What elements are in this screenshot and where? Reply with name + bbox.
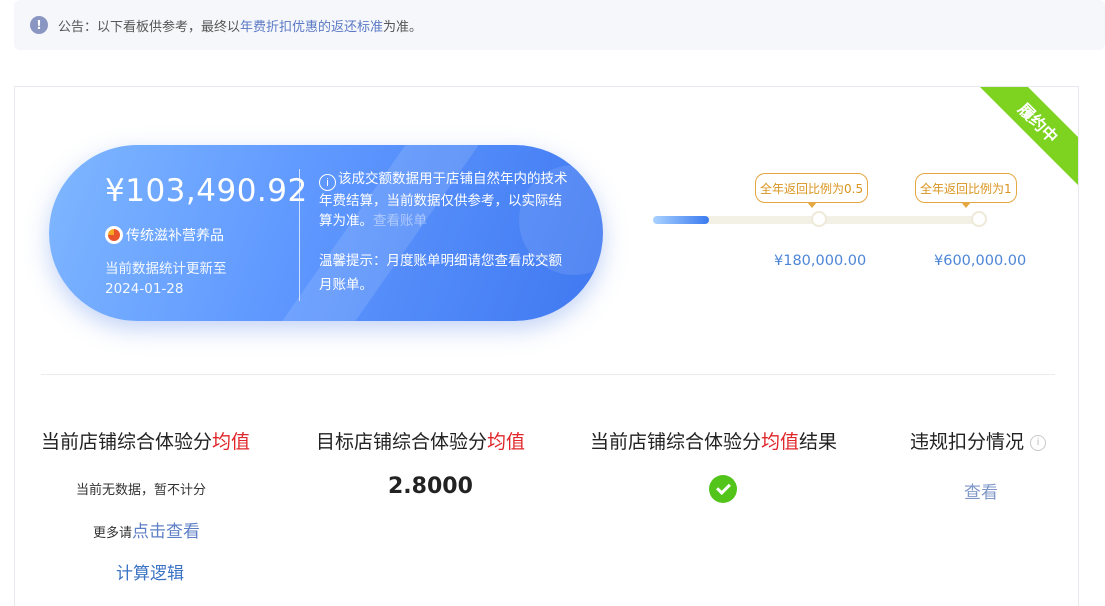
click-to-view-link[interactable]: 点击查看 (132, 522, 200, 542)
current-avg-title-text: 当前店铺综合体验分 (41, 431, 213, 453)
current-avg-title-highlight: 均值 (212, 431, 251, 453)
progress-node-2 (971, 211, 987, 227)
description-text: 该成交额数据用于店铺自然年内的技术年费结算，当前数据仅供参考，以实际结算为准。 (319, 171, 568, 229)
current-avg-title: 当前店铺综合体验分均值 (41, 427, 250, 454)
check-circle-icon (709, 475, 737, 503)
result-title: 当前店铺综合体验分均值结果 (590, 427, 837, 454)
rebate-progress-bar (653, 211, 987, 227)
notice-suffix: 为准。 (383, 19, 423, 35)
section-divider (41, 374, 1055, 375)
violation-title-text: 违规扣分情况 (910, 431, 1025, 453)
tier-badge-2: 全年返回比例为1 (915, 173, 1017, 208)
result-title-text: 当前店铺综合体验分 (590, 431, 762, 453)
capsule-divider (299, 169, 300, 301)
calculation-logic-link[interactable]: 计算逻辑 (116, 559, 184, 584)
shop-name-row: 传统滋补营养品 (105, 225, 224, 245)
tier-amount-2: ¥600,000.00 (934, 253, 1027, 269)
amount-description: i 该成交额数据用于店铺自然年内的技术年费结算，当前数据仅供参考，以实际结算为准。… (319, 169, 569, 231)
exclamation-icon: ! (30, 16, 48, 34)
violation-view-link[interactable]: 查看 (964, 478, 998, 503)
target-avg-title-text: 目标店铺综合体验分 (316, 431, 488, 453)
target-avg-title-highlight: 均值 (487, 431, 526, 453)
target-avg-value: 2.8000 (388, 474, 473, 499)
info-icon: i (319, 174, 336, 191)
violation-title: 违规扣分情况 i (910, 427, 1047, 454)
update-label: 当前数据统计更新至 (105, 261, 227, 277)
current-avg-no-data: 当前无数据，暂不计分 (76, 483, 207, 498)
info-icon[interactable]: i (1030, 435, 1047, 451)
shop-name: 传统滋补营养品 (126, 228, 224, 244)
notice-prefix: 公告：以下看板供参考，最终以 (58, 19, 241, 35)
tier-badge-1: 全年返回比例为0.5 (755, 173, 869, 208)
more-prefix: 更多请 (93, 526, 133, 541)
contract-card: 履约中 ¥103,490.92 传统滋补营养品 当前数据统计更新至 2024-0… (14, 86, 1079, 606)
progress-fill (653, 216, 709, 224)
current-avg-more: 更多请点击查看 (93, 517, 200, 542)
tier-amount-1: ¥180,000.00 (774, 253, 867, 269)
update-date: 2024-01-28 (105, 281, 184, 297)
notice-bar: ! 公告：以下看板供参考，最终以 年费折扣优惠的返还标准 为准。 (14, 0, 1105, 50)
progress-node-1 (811, 211, 827, 227)
summary-capsule: ¥103,490.92 传统滋补营养品 当前数据统计更新至 2024-01-28… (49, 145, 603, 321)
notice-link[interactable]: 年费折扣优惠的返还标准 (240, 16, 383, 35)
transaction-amount: ¥103,490.92 (105, 173, 308, 209)
result-title-suffix: 结果 (799, 431, 838, 453)
target-avg-title: 目标店铺综合体验分均值 (316, 427, 525, 454)
shop-logo-icon (105, 226, 123, 244)
monthly-bill-tip: 温馨提示：月度账单明细请您查看成交额月账单。 (319, 253, 562, 293)
view-bill-link[interactable]: 查看账单 (373, 213, 427, 229)
update-info: 当前数据统计更新至 2024-01-28 (105, 259, 227, 299)
result-title-highlight: 均值 (761, 431, 800, 453)
